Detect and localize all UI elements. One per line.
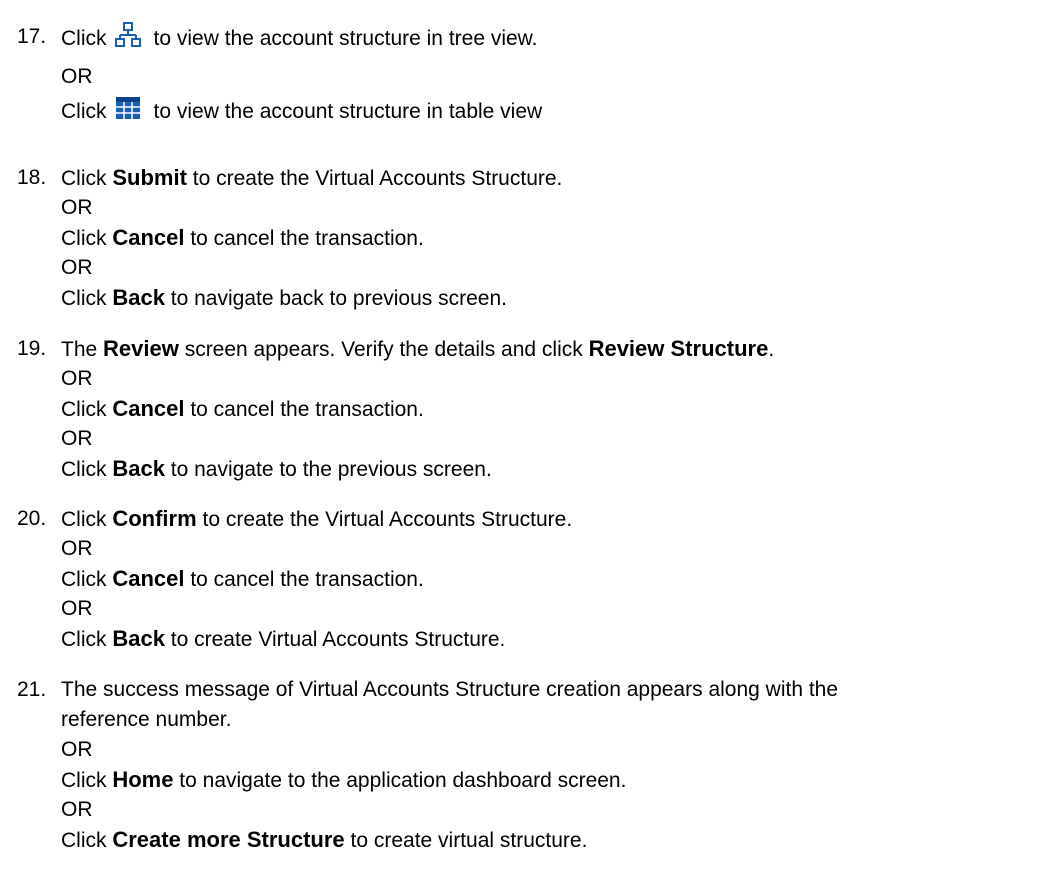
confirm-label: Confirm [112,506,197,531]
step-number: 18. [17,166,47,189]
line-text: Click [61,769,113,792]
step-number: 17. [17,25,47,48]
line-text: Click [61,508,113,531]
document-page: 17. Click to view the account structure … [0,0,1052,869]
table-view-icon [115,96,141,129]
step-line: reference number. [61,705,1046,735]
step-line: Click Submit to create the Virtual Accou… [61,163,1046,193]
step-line: Click Back to create Virtual Accounts St… [61,624,1046,654]
step-line: OR [61,364,1046,394]
line-text: to create Virtual Accounts Structure. [164,628,506,651]
line-text: to navigate to the previous screen. [164,458,492,481]
step-line: OR [61,594,1046,624]
line-text: Click [61,458,113,481]
step-line: Click Home to navigate to the applicatio… [61,765,1046,795]
step-line: Click to view the account structure in t… [61,96,1046,140]
step-line: OR [61,193,1046,223]
step-body: Click Submit to create the Virtual Accou… [61,163,1046,313]
line-text: Click [61,100,107,124]
step-line: Click Cancel to cancel the transaction. [61,223,1046,253]
or-text: OR [61,597,93,620]
or-text: OR [61,537,93,560]
line-text: Click [61,167,113,190]
line-text: Click [61,628,113,651]
back-label: Back [112,626,165,651]
line-text: Click [61,829,113,852]
line-text: to navigate to the application dashboard… [173,769,627,792]
step-line: The Review screen appears. Verify the de… [61,334,1046,364]
cancel-label: Cancel [112,566,185,591]
review-label: Review [103,336,179,361]
review-structure-label: Review Structure [588,336,769,361]
step-line: OR [61,253,1046,283]
line-text: to create the Virtual Accounts Structure… [196,508,573,531]
step-number: 19. [17,337,47,360]
back-label: Back [112,456,165,481]
or-text: OR [61,196,93,219]
step-line: Click Back to navigate back to previous … [61,283,1046,313]
line-text: Click [61,568,113,591]
cancel-label: Cancel [112,396,185,421]
step-line: OR [61,534,1046,564]
step-number: 20. [17,507,47,530]
back-label: Back [112,285,165,310]
or-text: OR [61,367,93,390]
step-line: OR [61,795,1046,825]
line-text: to cancel the transaction. [184,398,424,421]
step-body: The success message of Virtual Accounts … [61,675,1046,855]
line-text: Click [61,398,113,421]
home-label: Home [112,767,174,792]
line-text: to create virtual structure. [344,829,588,852]
step-body: The Review screen appears. Verify the de… [61,334,1046,484]
line-text: to view the account structure in tree vi… [153,27,538,51]
line-text: to cancel the transaction. [184,227,424,250]
line-text: The [61,338,104,361]
step-line: OR [61,424,1046,454]
step-line: Click Cancel to cancel the transaction. [61,564,1046,594]
line-text: reference number. [61,708,232,731]
or-text: OR [61,65,93,88]
step-body: Click Confirm to create the Virtual Acco… [61,504,1046,654]
step-line: Click Create more Structure to create vi… [61,825,1046,855]
step-line: The success message of Virtual Accounts … [61,675,1046,705]
cancel-label: Cancel [112,225,185,250]
step-line: Click Back to navigate to the previous s… [61,454,1046,484]
step-line: Click to view the account structure in t… [61,22,1046,62]
step-line: Click Cancel to cancel the transaction. [61,394,1046,424]
line-text: screen appears. Verify the details and c… [178,338,589,361]
line-text: Click [61,287,113,310]
line-text: The success message of Virtual Accounts … [61,678,839,701]
line-text: to view the account structure in table v… [153,100,543,124]
step-body: Click to view the account structure in t… [61,22,1046,140]
tree-view-icon [114,22,141,57]
line-text: Click [61,27,107,51]
submit-label: Submit [112,165,187,190]
or-text: OR [61,738,93,761]
line-text: to create the Virtual Accounts Structure… [186,167,563,190]
line-text: to navigate back to previous screen. [164,287,507,310]
create-more-structure-label: Create more Structure [112,827,345,852]
step-line: OR [61,735,1046,765]
or-text: OR [61,256,93,279]
step-number: 21. [17,678,47,701]
or-text: OR [61,427,93,450]
step-line: OR [61,62,1046,92]
or-text: OR [61,798,93,821]
step-line: Click Confirm to create the Virtual Acco… [61,504,1046,534]
line-text: Click [61,227,113,250]
line-text: . [768,338,775,361]
line-text: to cancel the transaction. [184,568,424,591]
